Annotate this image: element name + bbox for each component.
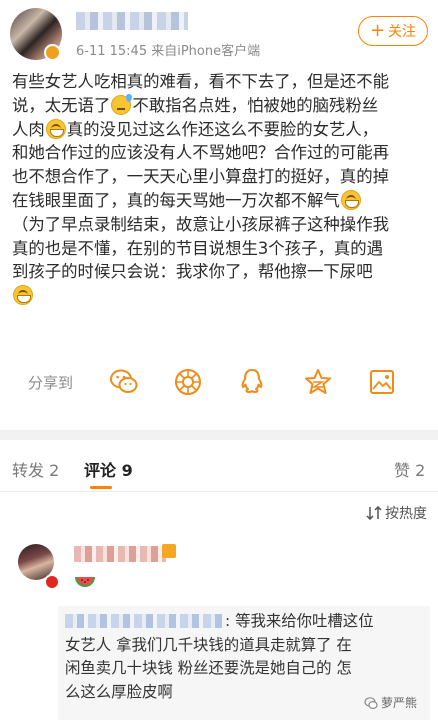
post-line: 也不想合作了，一天天心里小算盘打的挺好，真的掉 — [12, 167, 389, 187]
quote-line: 闲鱼卖几十块钱 粉丝还要洗是她自己的 怎 — [65, 659, 352, 677]
sort-by-hotness-button[interactable]: 按热度 — [366, 503, 427, 523]
share-label: 分享到 — [28, 374, 74, 392]
grin-emoji-icon — [45, 118, 66, 139]
post-line: 到孩子的时候只会说：我求你了，帮他擦一下尿吧 — [12, 262, 373, 282]
section-divider — [0, 430, 438, 440]
post-line: 和她合作过的应该没有人不骂她吧？合作过的可能再 — [12, 143, 389, 163]
grin-emoji-icon — [13, 285, 33, 306]
post-line — [12, 284, 430, 308]
commenter-badge-icon — [44, 574, 60, 590]
moments-icon[interactable] — [172, 366, 204, 398]
quote-line: : 等我来给你吐槽这位 — [65, 610, 430, 634]
album-icon[interactable] — [366, 366, 398, 398]
post-meta: 6-11 15:45 来自iPhone客户端 — [76, 44, 261, 59]
sweat-emoji-icon — [111, 93, 133, 115]
commenter-level-icon — [162, 544, 176, 558]
active-tab-indicator — [90, 486, 112, 489]
post-line: 真的也是不懂，在别的节目说想生3个孩子，真的遇 — [12, 238, 384, 258]
plus-icon: + — [369, 20, 386, 41]
follow-button[interactable]: + 关注 — [358, 16, 428, 46]
watermelon-emoji-icon — [75, 577, 95, 587]
post-body: 有些女艺人吃相真的难看，看不下去了，但是还不能 说，太无语了 不敢指名点姓，怕被她… — [12, 70, 430, 308]
post-header: 6-11 15:45 来自iPhone客户端 + 关注 — [0, 0, 438, 64]
commenter-name-blurred[interactable] — [74, 546, 166, 562]
follow-label: 关注 — [388, 24, 417, 40]
quote-line: 女艺人 拿我们几千块钱的道具走就算了 在 — [65, 635, 352, 654]
qq-icon[interactable] — [236, 366, 268, 398]
tab-repost[interactable]: 转发 2 — [12, 457, 59, 481]
qzone-star-icon[interactable] — [302, 366, 334, 398]
post-tabs: 转发 2 评论 9 赞 2 — [0, 440, 438, 492]
post-line: 在钱眼里面了，真的每天骂她一万次都不解气 — [12, 189, 430, 213]
quoted-username-blurred[interactable] — [65, 614, 225, 628]
tab-comment[interactable]: 评论 9 — [84, 457, 133, 481]
verified-badge-icon — [44, 44, 61, 61]
post-line: 人肉 真的没见过这么作还这么不要脸的女艺人， — [12, 118, 379, 139]
sort-icon — [366, 505, 382, 521]
share-row: 分享到 — [0, 360, 438, 404]
sort-label: 按热度 — [385, 506, 427, 522]
post-line: （为了早点录制结束，故意让小孩尿裤子这种操作我 — [12, 214, 389, 234]
post-line: 说，太无语了 不敢指名点姓，怕被她的脑残粉丝 — [12, 93, 379, 115]
watermark: 萝严熊 — [364, 694, 417, 711]
tab-like[interactable]: 赞 2 — [394, 457, 425, 481]
post-line: 有些女艺人吃相真的难看，看不下去了，但是还不能 — [12, 72, 389, 91]
wechat-icon[interactable] — [108, 366, 140, 398]
wechat-watermark-icon — [364, 696, 378, 709]
grin-emoji-icon — [340, 189, 361, 210]
watermark-label: 萝严熊 — [381, 696, 418, 710]
author-name-blurred[interactable] — [76, 12, 188, 30]
